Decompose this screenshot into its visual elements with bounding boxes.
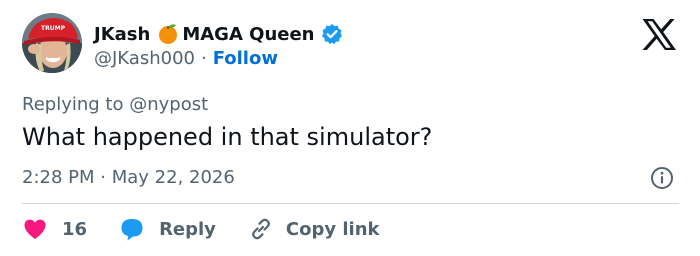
reply-label[interactable]: Reply: [159, 219, 216, 240]
x-logo-icon[interactable]: [641, 18, 677, 51]
speech-bubble-icon[interactable]: [119, 216, 145, 242]
like-button[interactable]: 16: [22, 216, 87, 242]
tweet-card: TRUMP JKash MAGA Queen @JKash000 · Follow: [0, 0, 700, 256]
follow-button[interactable]: Follow: [213, 48, 278, 69]
reply-context-prefix: Replying to: [22, 94, 124, 115]
reply-context-handle[interactable]: @nypost: [129, 94, 208, 115]
reply-context: Replying to @nypost: [22, 94, 208, 115]
author-display-name[interactable]: JKash: [94, 24, 150, 45]
reply-button[interactable]: Reply: [119, 216, 216, 242]
tweet-timestamp[interactable]: 2:28 PM · May 22, 2026: [22, 167, 235, 188]
author-display-name-suffix[interactable]: MAGA Queen: [182, 24, 314, 45]
orange-fruit-icon: [156, 22, 180, 46]
like-count: 16: [62, 218, 88, 240]
avatar-hat-text: TRUMP: [41, 25, 66, 32]
tweet-time[interactable]: 2:28 PM: [22, 167, 95, 188]
author-handle[interactable]: @JKash000: [94, 48, 195, 69]
tweet-text: What happened in that simulator?: [22, 123, 433, 151]
avatar[interactable]: TRUMP: [22, 13, 82, 73]
handle-separator: ·: [200, 48, 207, 69]
info-icon[interactable]: [650, 166, 674, 190]
link-icon[interactable]: [248, 216, 274, 242]
avatar-image: TRUMP: [22, 13, 82, 73]
timestamp-separator: ·: [100, 167, 106, 188]
copy-link-label[interactable]: Copy link: [286, 219, 380, 240]
tweet-date[interactable]: May 22, 2026: [112, 167, 235, 188]
tweet-actions-bar: 16 Reply Copy link: [22, 216, 380, 242]
heart-icon[interactable]: [22, 216, 48, 242]
actions-divider: [22, 203, 679, 204]
author-handle-row: @JKash000 · Follow: [94, 48, 278, 69]
copy-link-button[interactable]: Copy link: [248, 216, 380, 242]
author-name-row[interactable]: JKash MAGA Queen: [94, 21, 343, 47]
verified-badge-icon[interactable]: [321, 23, 343, 45]
